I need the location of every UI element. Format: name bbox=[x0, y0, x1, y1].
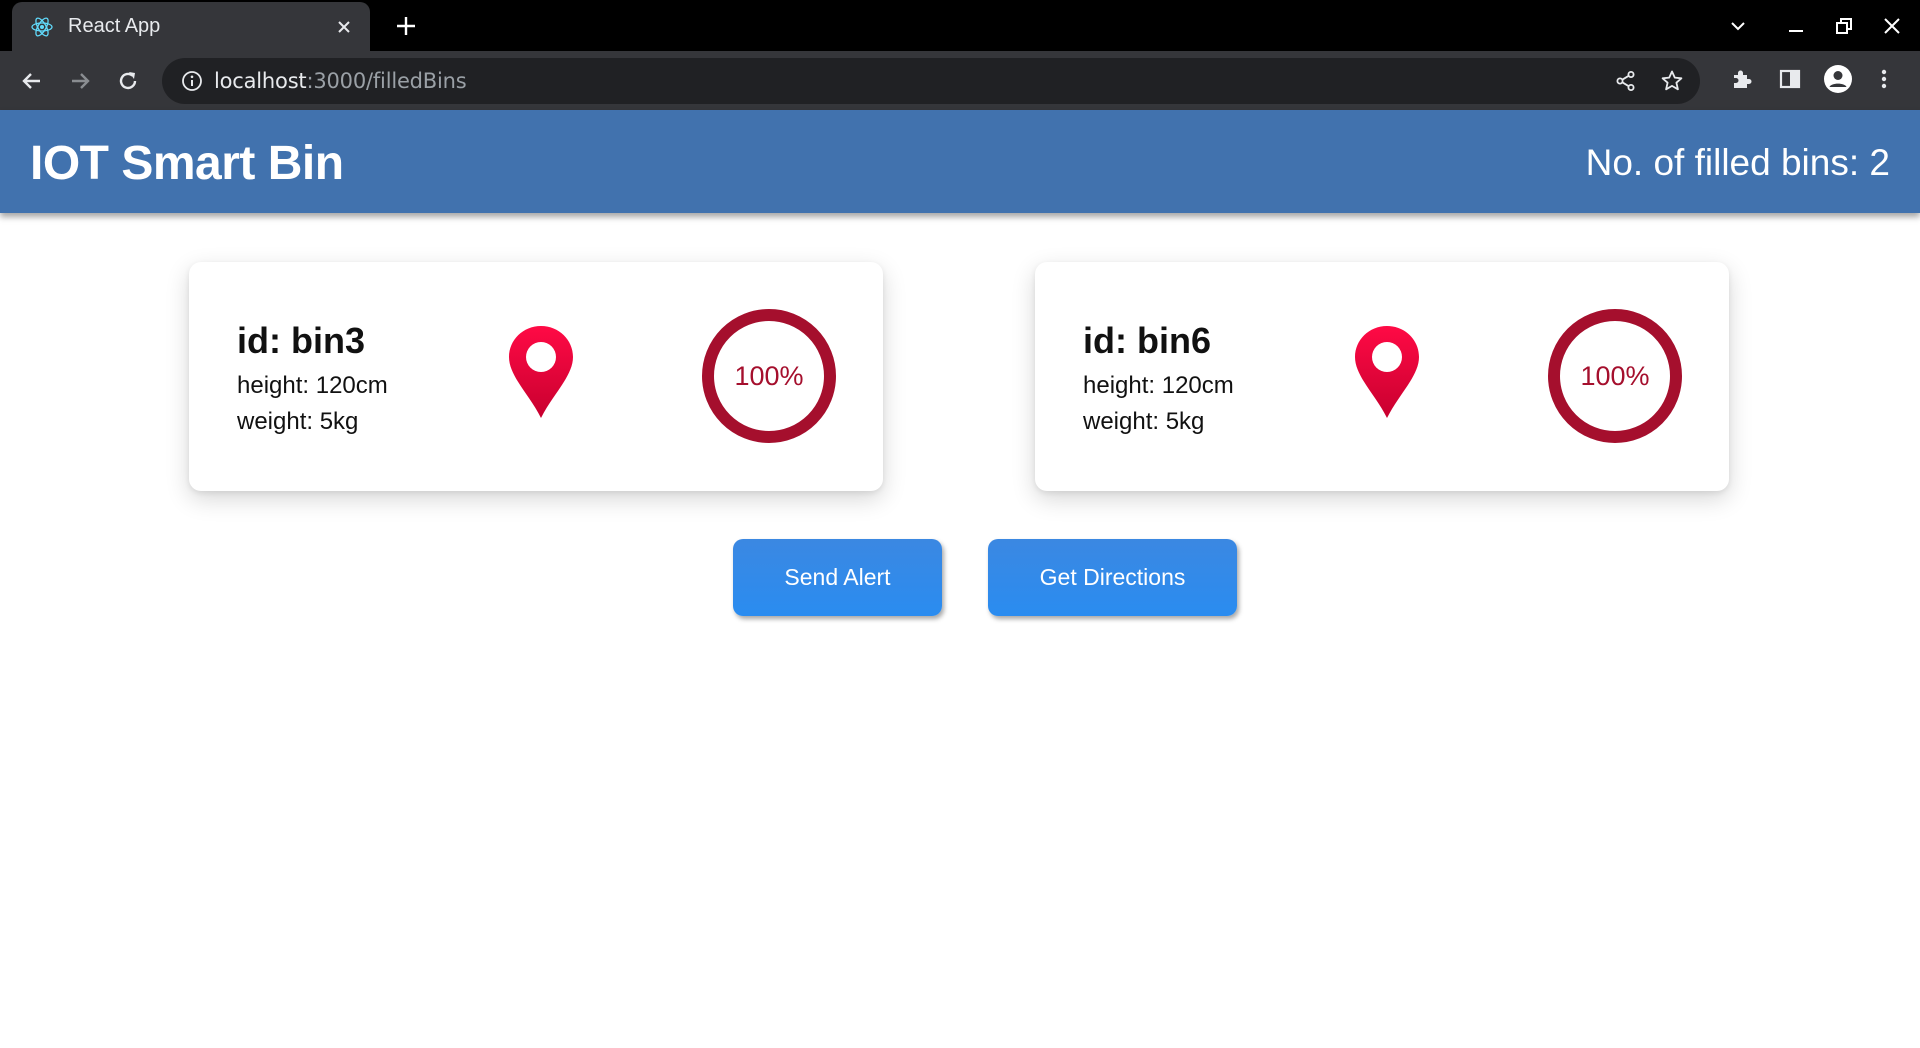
bin-height: height: 120cm bbox=[237, 372, 388, 399]
bin-card: id: bin3 height: 120cm weight: 5kg 100% bbox=[189, 262, 883, 491]
address-bar[interactable]: localhost:3000/filledBins bbox=[162, 58, 1700, 104]
bin-weight: weight: 5kg bbox=[1083, 408, 1205, 435]
tab-title: React App bbox=[68, 15, 161, 37]
map-pin-icon[interactable] bbox=[507, 324, 575, 420]
bin-height: height: 120cm bbox=[1083, 372, 1234, 399]
extensions-icon[interactable] bbox=[1724, 61, 1760, 97]
browser-toolbar: localhost:3000/filledBins bbox=[0, 51, 1920, 110]
react-icon bbox=[30, 15, 54, 39]
forward-arrow-icon[interactable] bbox=[58, 59, 102, 103]
bin-card: id: bin6 height: 120cm weight: 5kg 100% bbox=[1035, 262, 1729, 491]
bin-id: id: bin3 bbox=[237, 320, 365, 361]
restore-icon[interactable] bbox=[1822, 6, 1866, 46]
browser-tabstrip: React App bbox=[0, 0, 1920, 51]
bin-id: id: bin6 bbox=[1083, 320, 1211, 361]
reload-icon[interactable] bbox=[106, 59, 150, 103]
url-host: localhost bbox=[214, 69, 307, 93]
url-text: localhost:3000/filledBins bbox=[214, 69, 467, 93]
bookmark-star-icon[interactable] bbox=[1654, 63, 1690, 99]
map-pin-icon[interactable] bbox=[1353, 324, 1421, 420]
filled-bins-count: No. of filled bins: 2 bbox=[1585, 142, 1890, 183]
profile-avatar-icon[interactable] bbox=[1820, 61, 1856, 97]
back-arrow-icon[interactable] bbox=[10, 59, 54, 103]
fill-level-label: 100% bbox=[734, 360, 804, 391]
share-icon[interactable] bbox=[1608, 63, 1644, 99]
tab-search-icon[interactable] bbox=[1716, 6, 1760, 46]
app-title: IOT Smart Bin bbox=[30, 137, 344, 190]
close-window-icon[interactable] bbox=[1870, 6, 1914, 46]
send-alert-button[interactable]: Send Alert bbox=[733, 539, 942, 616]
browser-tab[interactable]: React App bbox=[12, 2, 370, 51]
app-header: IOT Smart Bin No. of filled bins: 2 bbox=[0, 110, 1920, 213]
close-tab-icon[interactable] bbox=[326, 9, 362, 45]
new-tab-icon[interactable] bbox=[388, 8, 424, 44]
bin-weight: weight: 5kg bbox=[237, 408, 359, 435]
url-path: :3000/filledBins bbox=[306, 69, 467, 93]
site-info-icon[interactable] bbox=[178, 67, 206, 95]
minimize-icon[interactable] bbox=[1774, 6, 1818, 46]
side-panel-icon[interactable] bbox=[1772, 61, 1808, 97]
more-menu-icon[interactable] bbox=[1866, 61, 1902, 97]
get-directions-button[interactable]: Get Directions bbox=[988, 539, 1237, 616]
fill-level-label: 100% bbox=[1580, 360, 1650, 391]
